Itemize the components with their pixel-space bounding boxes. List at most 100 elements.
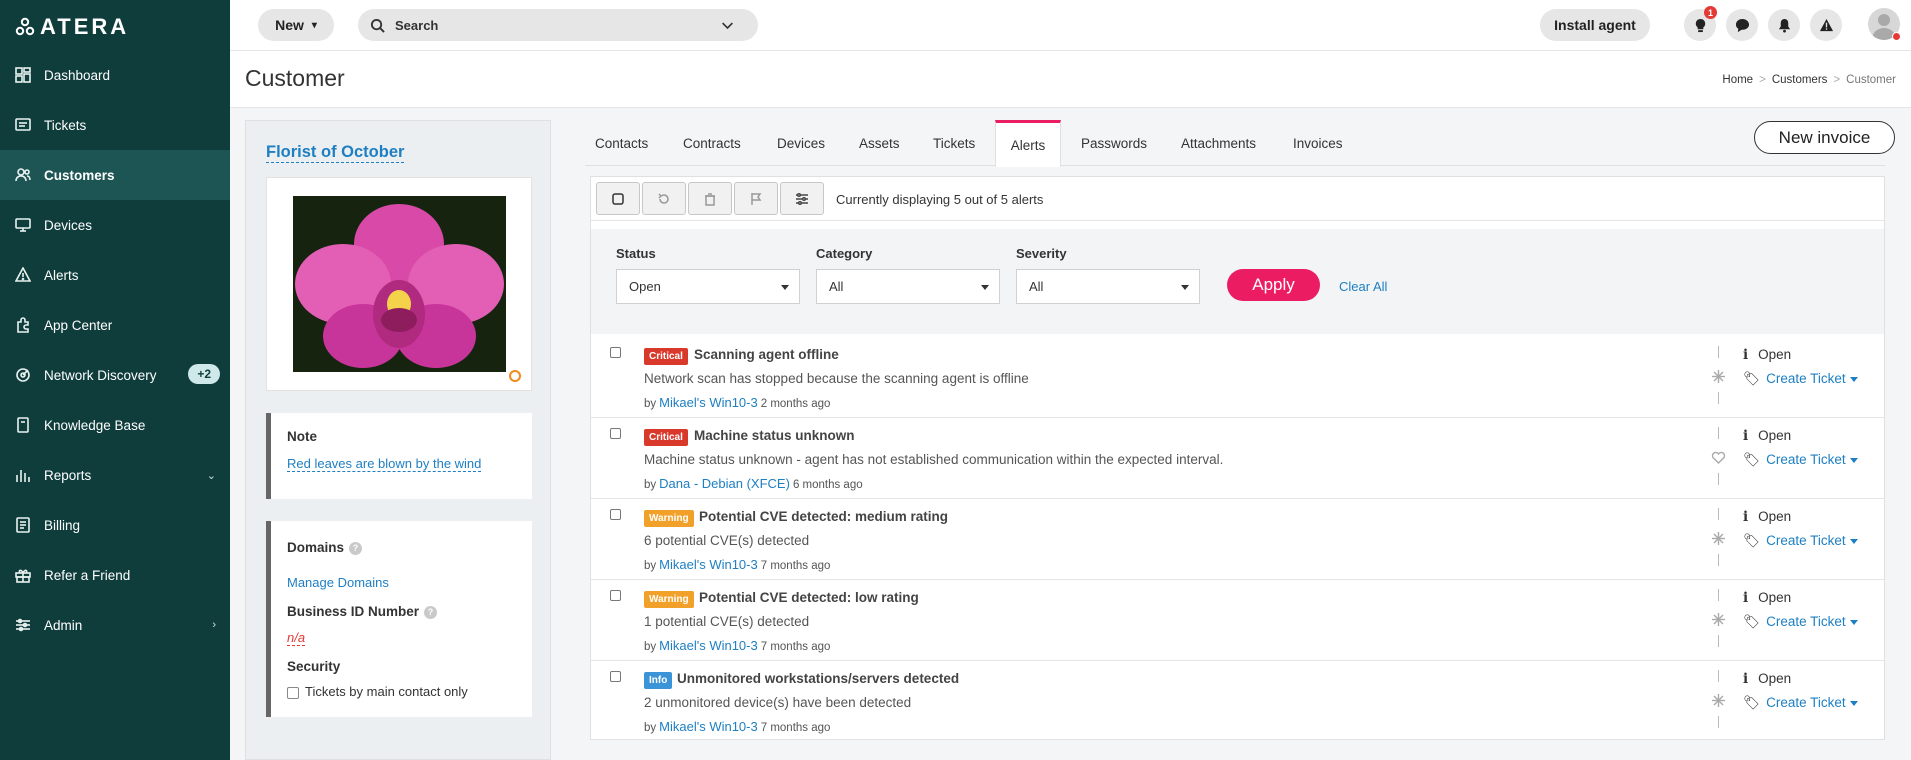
clear-all-link[interactable]: Clear All <box>1339 279 1387 294</box>
snooze-icon[interactable] <box>1711 693 1726 708</box>
notifications-button[interactable] <box>1768 9 1800 41</box>
device-link[interactable]: Mikael's Win10-3 <box>659 395 758 410</box>
breadcrumb-home[interactable]: Home <box>1722 74 1753 86</box>
device-link[interactable]: Mikael's Win10-3 <box>659 638 758 653</box>
help-icon[interactable]: ? <box>349 541 363 555</box>
alert-row[interactable]: Critical Machine status unknown Machine … <box>591 418 1884 499</box>
snooze-icon[interactable] <box>1711 612 1726 627</box>
domains-row: Domains? <box>287 539 363 555</box>
snooze-button[interactable] <box>734 182 778 215</box>
note-text[interactable]: Red leaves are blown by the wind <box>287 456 482 472</box>
device-link[interactable]: Dana - Debian (XFCE) <box>659 476 790 491</box>
warnings-button[interactable] <box>1810 9 1842 41</box>
chevron-down-icon[interactable] <box>721 19 734 32</box>
snooze-icon[interactable] <box>1711 531 1726 546</box>
delete-button[interactable] <box>688 182 732 215</box>
alert-row[interactable]: Info Unmonitored workstations/servers de… <box>591 661 1884 742</box>
tab-passwords[interactable]: Passwords <box>1071 120 1157 166</box>
sidebar-item-network-discovery[interactable]: Network Discovery +2 <box>0 350 230 400</box>
sidebar-item-tickets[interactable]: Tickets <box>0 100 230 150</box>
install-agent-button[interactable]: Install agent <box>1540 9 1650 41</box>
new-invoice-button[interactable]: New invoice <box>1754 121 1895 154</box>
sidebar-item-app-center[interactable]: App Center <box>0 300 230 350</box>
alert-checkbox[interactable] <box>610 347 621 358</box>
devices-icon <box>14 216 32 234</box>
alerts-filters: Status Open Category All Severity All Ap… <box>591 229 1884 334</box>
tab-assets[interactable]: Assets <box>849 120 910 166</box>
alerts-panel: Currently displaying 5 out of 5 alerts S… <box>590 176 1885 740</box>
create-ticket-dropdown[interactable]: 🏷 Create Ticket <box>1743 695 1858 711</box>
create-ticket-dropdown[interactable]: 🏷 Create Ticket <box>1743 452 1858 468</box>
alert-checkbox[interactable] <box>610 590 621 601</box>
tab-contacts[interactable]: Contacts <box>585 120 658 166</box>
severity-badge: Critical <box>644 348 688 365</box>
tab-alerts[interactable]: Alerts <box>995 120 1061 167</box>
create-ticket-label: Create Ticket <box>1766 695 1846 710</box>
alert-time: 7 months ago <box>760 722 831 734</box>
security-option: Tickets by main contact only <box>287 684 468 699</box>
help-icon[interactable]: ? <box>424 605 438 619</box>
tab-tickets[interactable]: Tickets <box>923 120 985 166</box>
gift-icon <box>14 566 32 584</box>
category-filter-select[interactable]: All <box>816 269 1000 304</box>
manage-domains-link[interactable]: Manage Domains <box>287 575 389 590</box>
device-link[interactable]: Mikael's Win10-3 <box>659 557 758 572</box>
tab-devices[interactable]: Devices <box>767 120 835 166</box>
alert-row[interactable]: Warning Potential CVE detected: low rati… <box>591 580 1884 661</box>
status-filter-select[interactable]: Open <box>616 269 800 304</box>
business-id-value[interactable]: n/a <box>287 630 306 646</box>
settings-button[interactable] <box>780 182 824 215</box>
alert-source: by Mikael's Win10-3 2 months ago <box>644 395 830 410</box>
sidebar-item-knowledge-base[interactable]: Knowledge Base <box>0 400 230 450</box>
severity-filter-select[interactable]: All <box>1016 269 1200 304</box>
create-ticket-dropdown[interactable]: 🏷 Create Ticket <box>1743 533 1858 549</box>
sidebar-item-dashboard[interactable]: Dashboard <box>0 50 230 100</box>
snooze-icon[interactable] <box>1711 369 1726 384</box>
new-button[interactable]: New ▾ <box>258 9 334 41</box>
sidebar-item-refer-a-friend[interactable]: Refer a Friend <box>0 550 230 600</box>
severity-filter-label: Severity <box>1016 246 1067 261</box>
alert-row[interactable]: Critical Scanning agent offline Network … <box>591 337 1884 418</box>
lightbulb-button[interactable]: 1 <box>1684 6 1717 41</box>
breadcrumb-customers[interactable]: Customers <box>1772 74 1828 86</box>
sidebar-item-admin[interactable]: Admin › <box>0 600 230 650</box>
chevron-right-icon[interactable]: › <box>212 619 216 631</box>
heartbeat-icon[interactable] <box>1711 450 1726 465</box>
checkbox-icon <box>612 192 624 205</box>
sidebar-item-reports[interactable]: Reports ⌄ <box>0 450 230 500</box>
customer-name[interactable]: Florist of October <box>266 143 405 163</box>
alerts-count-text: Currently displaying 5 out of 5 alerts <box>836 192 1044 207</box>
tab-attachments[interactable]: Attachments <box>1171 120 1266 166</box>
tab-invoices[interactable]: Invoices <box>1283 120 1353 166</box>
alert-checkbox[interactable] <box>610 671 621 682</box>
tab-contracts[interactable]: Contracts <box>673 120 751 166</box>
customer-image[interactable] <box>293 196 506 372</box>
alert-checkbox[interactable] <box>610 509 621 520</box>
reset-button[interactable] <box>642 182 686 215</box>
sidebar-item-customers[interactable]: Customers <box>0 150 230 200</box>
alert-status: i Open <box>1743 590 1791 606</box>
apply-button[interactable]: Apply <box>1227 269 1320 301</box>
tickets-main-contact-checkbox[interactable] <box>287 686 299 699</box>
sidebar-item-alerts[interactable]: Alerts <box>0 250 230 300</box>
category-filter-label: Category <box>816 246 873 261</box>
sidebar-item-billing[interactable]: Billing <box>0 500 230 550</box>
select-all-button[interactable] <box>596 182 640 215</box>
alert-checkbox[interactable] <box>610 428 621 439</box>
atera-logo[interactable]: ATERA <box>14 14 129 40</box>
security-option-label: Tickets by main contact only <box>305 684 468 699</box>
chevron-down-icon[interactable]: ⌄ <box>207 469 216 482</box>
sidebar-item-devices[interactable]: Devices <box>0 200 230 250</box>
search-input[interactable]: Search <box>358 9 758 41</box>
create-ticket-label: Create Ticket <box>1766 614 1846 629</box>
customer-panel: Florist of October Note Red leaves are b… <box>245 120 551 760</box>
create-ticket-dropdown[interactable]: 🏷 Create Ticket <box>1743 371 1858 387</box>
alert-description: Network scan has stopped because the sca… <box>644 371 1029 386</box>
create-ticket-dropdown[interactable]: 🏷 Create Ticket <box>1743 614 1858 630</box>
alerts-toolbar: Currently displaying 5 out of 5 alerts <box>591 177 1884 221</box>
alert-row[interactable]: Warning Potential CVE detected: medium r… <box>591 499 1884 580</box>
chat-button[interactable] <box>1726 9 1758 41</box>
by-label: by <box>644 722 657 734</box>
search-icon <box>370 18 385 33</box>
device-link[interactable]: Mikael's Win10-3 <box>659 719 758 734</box>
